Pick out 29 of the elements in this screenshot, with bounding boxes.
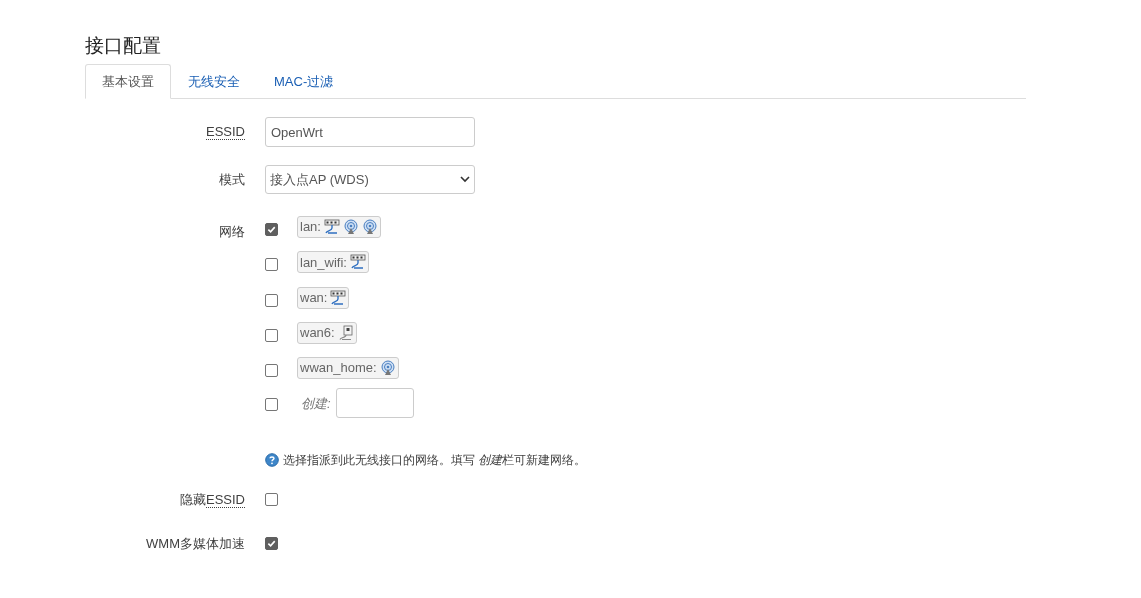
checkbox[interactable] — [265, 328, 278, 342]
field-label: ESSID — [206, 123, 245, 142]
network-badge[interactable]: wan: — [297, 286, 350, 309]
tab[interactable]: 基本设置 — [85, 64, 171, 99]
mode-dropdown[interactable]: 接入点AP (WDS) — [265, 165, 475, 194]
help-text: 选择指派到此无线接口的网络。填写 创建栏可新建网络。 — [283, 452, 587, 470]
network-badge[interactable]: lan_wifi: — [297, 251, 369, 274]
checkbox[interactable] — [265, 493, 278, 506]
create-network-field[interactable] — [335, 388, 414, 419]
field-label: 隐藏ESSID — [180, 490, 245, 510]
network-badge[interactable]: lan: — [297, 216, 381, 238]
tab[interactable]: 无线安全 — [171, 64, 257, 99]
checkbox[interactable] — [265, 223, 278, 236]
tab[interactable]: MAC-过滤 — [257, 64, 351, 99]
checkbox[interactable] — [265, 364, 278, 378]
field-label: WMM多媒体加速 — [146, 534, 245, 553]
checkbox[interactable] — [265, 537, 278, 550]
field-label: 网络 — [219, 223, 245, 241]
checkbox[interactable] — [265, 293, 278, 307]
network-badge[interactable]: wwan_home: — [297, 357, 399, 380]
network-badge[interactable]: wan6: — [297, 321, 357, 344]
page-title: 接口配置 — [85, 36, 162, 55]
checkbox[interactable] — [265, 398, 278, 412]
essid-field[interactable]: OpenWrt — [265, 117, 475, 147]
checkbox[interactable] — [265, 258, 278, 272]
help-icon — [265, 453, 279, 468]
field-label: 模式 — [219, 170, 245, 189]
chevron-down-icon — [460, 176, 470, 183]
create-label: 创建: — [301, 394, 331, 413]
